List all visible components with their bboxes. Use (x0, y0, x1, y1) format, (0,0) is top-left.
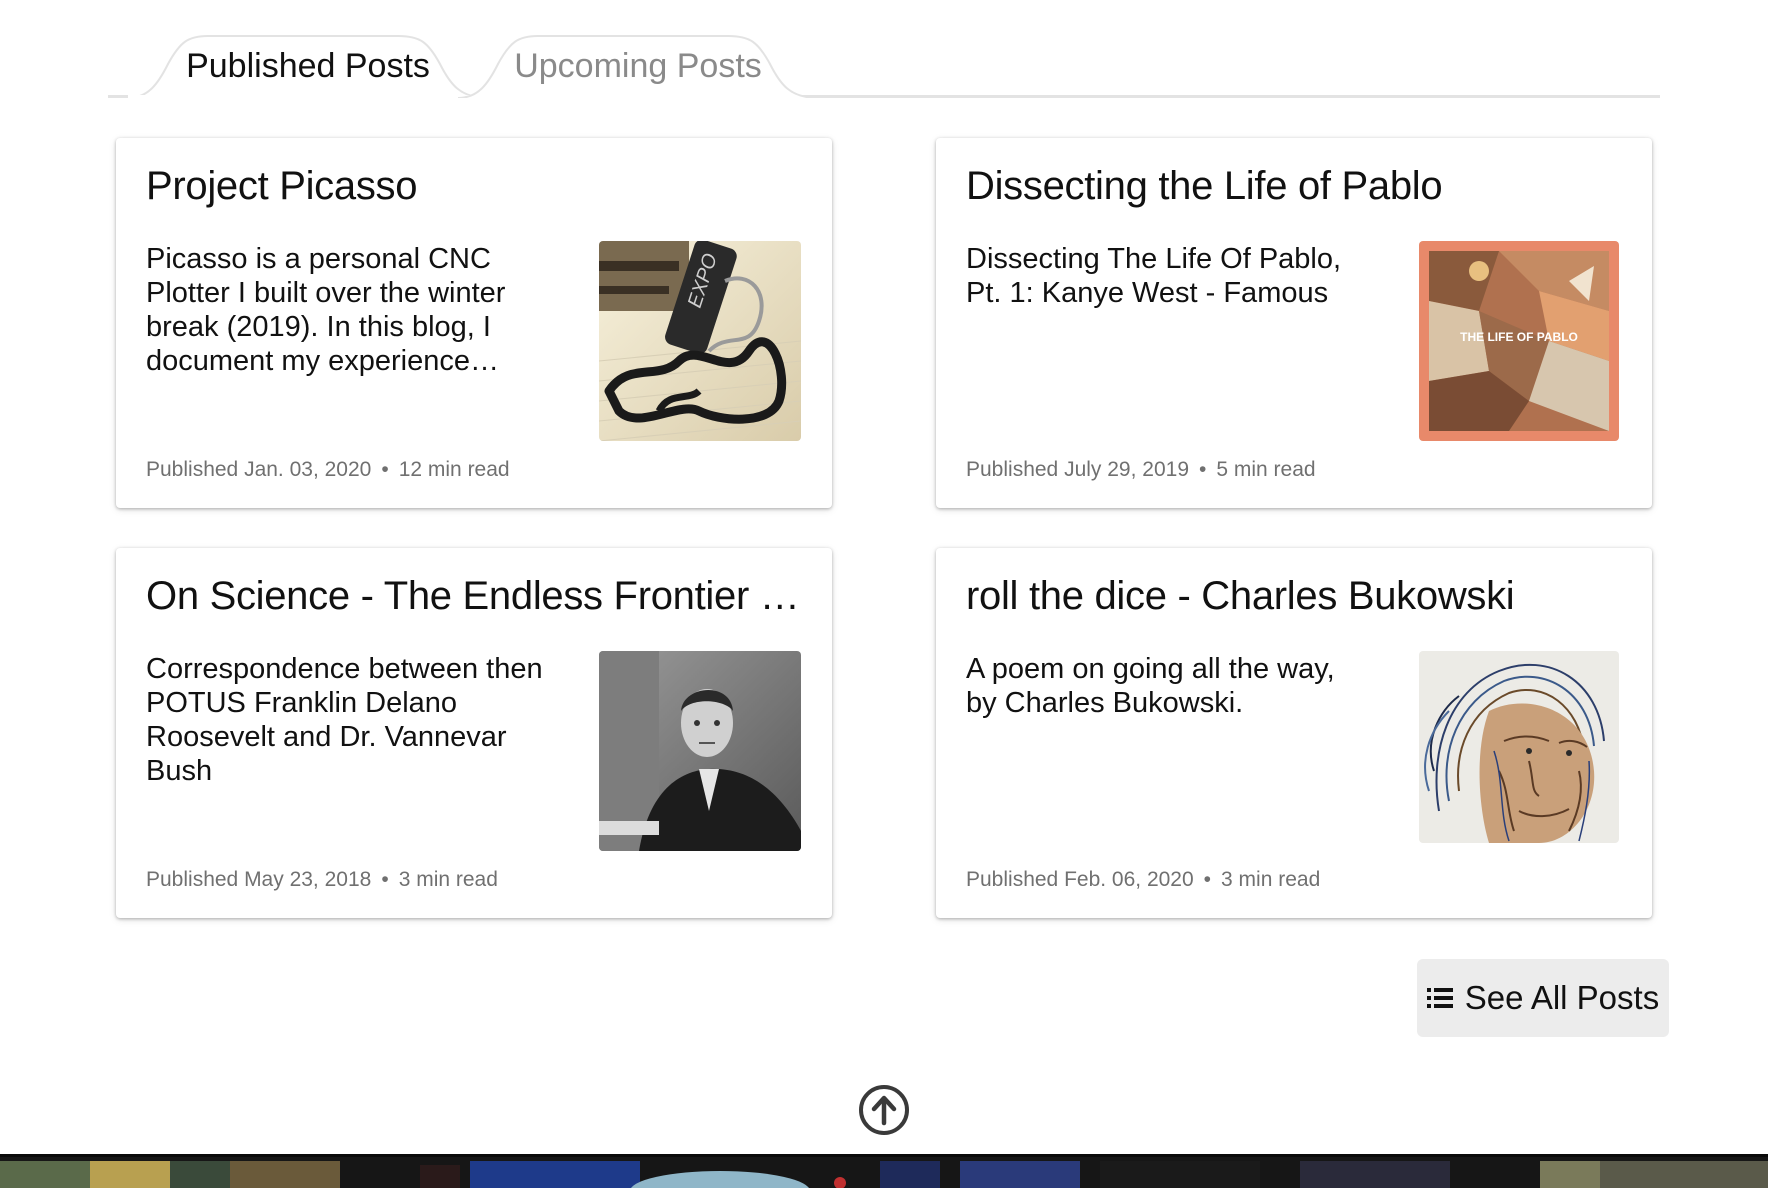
post-title[interactable]: Project Picasso (146, 164, 806, 209)
post-card[interactable]: Dissecting the Life of Pablo Dissecting … (936, 138, 1652, 508)
cnc-plotter-image: EXPO (599, 241, 801, 441)
tab-upcoming-posts[interactable]: Upcoming Posts (458, 34, 818, 98)
post-title[interactable]: On Science - The Endless Frontier | Pa… (146, 574, 806, 619)
post-title[interactable]: Dissecting the Life of Pablo (966, 164, 1626, 209)
meta-separator: • (1203, 868, 1212, 891)
post-card[interactable]: On Science - The Endless Frontier | Pa… … (116, 548, 832, 918)
blog-posts-page: Published Posts Upcoming Posts Project P… (0, 0, 1768, 1188)
post-tabs: Published Posts Upcoming Posts (108, 30, 1660, 98)
tab-published-posts[interactable]: Published Posts (128, 34, 488, 98)
post-thumbnail[interactable] (599, 651, 801, 851)
post-read-time: 5 min read (1216, 458, 1316, 481)
bukowski-portrait-image (1419, 651, 1619, 843)
post-thumbnail[interactable]: EXPO (599, 241, 801, 441)
meta-separator: • (381, 868, 389, 891)
list-icon (1426, 988, 1453, 1008)
footer-artwork (0, 1157, 1768, 1188)
arrow-up-circle-icon (859, 1085, 909, 1135)
post-meta: Published May 23, 2018 • 3 min read (146, 868, 498, 892)
post-meta: Published Feb. 06, 2020 • 3 min read (966, 868, 1320, 892)
post-thumbnail[interactable] (1419, 651, 1619, 843)
post-thumbnail[interactable]: THE LIFE OF PABLO (1419, 241, 1619, 441)
post-excerpt: Dissecting The Life Of Pablo, Pt. 1: Kan… (966, 243, 1342, 309)
tab-upcoming-label: Upcoming Posts (514, 46, 762, 85)
post-read-time: 12 min read (398, 458, 510, 481)
footer-banner-image (0, 1154, 1768, 1188)
see-all-posts-button[interactable]: See All Posts (1417, 959, 1669, 1037)
back-to-top-button[interactable] (858, 1084, 910, 1136)
post-published-date: Published May 23, 2018 (146, 868, 372, 891)
tab-published-label: Published Posts (186, 46, 430, 85)
fdr-portrait-image (599, 651, 801, 851)
post-read-time: 3 min read (398, 868, 498, 891)
post-published-date: Published Jan. 03, 2020 (146, 458, 372, 481)
post-excerpt: Correspondence between then POTUS Frankl… (146, 653, 543, 787)
post-published-date: Published Feb. 06, 2020 (966, 868, 1194, 891)
post-excerpt: Picasso is a personal CNC Plotter I buil… (146, 243, 506, 377)
life-of-pablo-image: THE LIFE OF PABLO (1419, 241, 1619, 441)
post-card[interactable]: Project Picasso Picasso is a personal CN… (116, 138, 832, 508)
post-excerpt: A poem on going all the way, by Charles … (966, 653, 1335, 719)
see-all-posts-label: See All Posts (1464, 979, 1660, 1016)
post-read-time: 3 min read (1221, 868, 1321, 891)
album-cover-text: THE LIFE OF PABLO (1460, 330, 1578, 344)
post-card[interactable]: roll the dice - Charles Bukowski A poem … (936, 548, 1652, 918)
post-title[interactable]: roll the dice - Charles Bukowski (966, 574, 1626, 619)
post-published-date: Published July 29, 2019 (966, 458, 1189, 481)
meta-separator: • (381, 458, 389, 481)
post-meta: Published Jan. 03, 2020 • 12 min read (146, 458, 510, 482)
post-meta: Published July 29, 2019 • 5 min read (966, 458, 1316, 482)
meta-separator: • (1199, 458, 1207, 481)
